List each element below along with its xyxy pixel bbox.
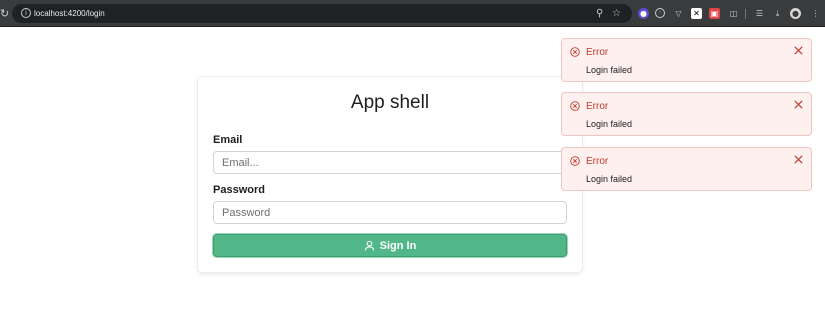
- error-circle-icon: [570, 101, 580, 111]
- toast-title: Error: [586, 47, 609, 58]
- page-title: App shell: [350, 92, 430, 113]
- extension-icon[interactable]: ▣: [709, 8, 720, 19]
- star-icon[interactable]: ☆: [612, 7, 621, 20]
- browser-toolbar: ↻ i localhost:4200/login ⚲ ☆ ● · ▽ ✕ ▣ ◫…: [0, 0, 825, 27]
- reload-icon[interactable]: ↻: [0, 8, 9, 20]
- address-bar[interactable]: i localhost:4200/login ⚲ ☆: [12, 4, 632, 23]
- password-label: Password: [213, 184, 265, 196]
- close-icon[interactable]: [794, 155, 803, 164]
- address-bar-url[interactable]: localhost:4200/login: [34, 7, 105, 20]
- kebab-menu-icon[interactable]: ⋮: [810, 8, 821, 19]
- password-input[interactable]: [213, 201, 567, 224]
- toast-message: Login failed: [586, 65, 633, 75]
- toolbar-divider: [745, 9, 746, 19]
- email-input[interactable]: [213, 151, 567, 174]
- extension-icon[interactable]: ●: [638, 8, 649, 19]
- puzzle-icon[interactable]: ◫: [728, 8, 739, 19]
- toast-message: Login failed: [586, 174, 633, 184]
- error-circle-icon: [570, 156, 580, 166]
- toast-title: Error: [586, 101, 609, 112]
- sign-in-button[interactable]: Sign In: [213, 234, 567, 257]
- reading-list-icon[interactable]: ☰: [754, 8, 765, 19]
- close-icon[interactable]: [794, 46, 803, 55]
- email-label: Email: [213, 134, 243, 146]
- toast-message: Login failed: [586, 119, 633, 129]
- error-toast: Error Login failed: [561, 38, 812, 82]
- user-icon: [364, 240, 374, 251]
- profile-avatar-icon[interactable]: ●: [790, 8, 801, 19]
- sign-in-label: Sign In: [379, 239, 417, 252]
- close-icon[interactable]: [794, 100, 803, 109]
- error-toast: Error Login failed: [561, 92, 812, 136]
- login-card: App shell Email Password Sign In: [198, 77, 582, 272]
- extension-icon[interactable]: ·: [655, 8, 665, 18]
- error-circle-icon: [570, 47, 580, 57]
- download-icon[interactable]: ⤓: [772, 8, 783, 19]
- extension-icon[interactable]: ▽: [673, 8, 684, 19]
- zoom-icon[interactable]: ⚲: [596, 7, 603, 20]
- extension-icon[interactable]: ✕: [691, 8, 702, 19]
- toast-title: Error: [586, 156, 609, 167]
- info-icon[interactable]: i: [21, 8, 31, 18]
- error-toast: Error Login failed: [561, 147, 812, 191]
